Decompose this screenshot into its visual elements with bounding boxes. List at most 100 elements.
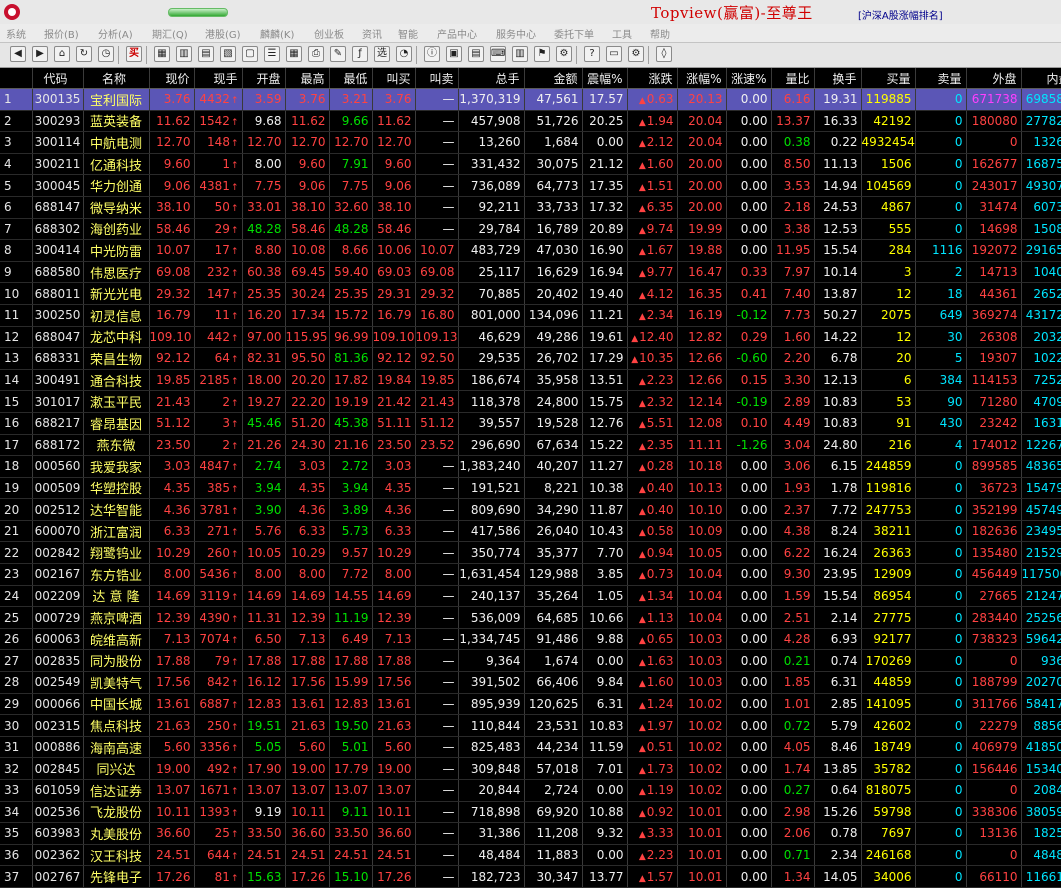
indicator-icon[interactable]: ◔ [396, 46, 412, 62]
monitor-icon[interactable]: ▭ [606, 46, 622, 62]
table-row[interactable]: 26600063皖维高新7.137074↑6.507.136.497.13—1,… [0, 628, 1061, 650]
table-row[interactable]: 35603983丸美股份36.6025↑33.5036.6033.5036.60… [0, 823, 1061, 845]
table-row[interactable]: 16688217睿昂基因51.123↑45.4651.2045.3851.115… [0, 412, 1061, 434]
menu-item[interactable]: 创业板 [314, 26, 344, 41]
table-row[interactable]: 8300414中光防雷10.0717↑8.8010.088.6610.0610.… [0, 240, 1061, 262]
lock-icon[interactable]: ◊ [656, 46, 672, 62]
info-icon[interactable]: ⓘ [424, 46, 440, 62]
table-row[interactable]: 21600070浙江富润6.33271↑5.766.335.736.33—417… [0, 520, 1061, 542]
column-header-bid[interactable]: 叫买 [372, 68, 415, 89]
clock-icon[interactable]: ◷ [98, 46, 114, 62]
menu-item[interactable]: 港股(G) [205, 26, 241, 41]
refresh-icon[interactable]: ↻ [76, 46, 92, 62]
column-header-turnover[interactable]: 换手 [814, 68, 861, 89]
table-row[interactable]: 5300045华力创通9.064381↑7.759.067.759.06—736… [0, 175, 1061, 197]
back-icon[interactable]: ◀ [10, 46, 26, 62]
settings-icon[interactable]: ⚙ [556, 46, 572, 62]
table-row[interactable]: 29000066中国长城13.616887↑12.8313.6112.8313.… [0, 693, 1061, 715]
table-row[interactable]: 31000886海南高速5.603356↑5.055.605.015.60—82… [0, 736, 1061, 758]
menu-item[interactable]: 麟麟(K) [260, 26, 294, 41]
column-header-last-volume[interactable]: 现手 [194, 68, 242, 89]
compare-icon[interactable]: ▧ [220, 46, 236, 62]
column-header-low[interactable]: 最低 [329, 68, 372, 89]
table-row[interactable]: 12688047龙芯中科109.10442↑97.00115.9596.9910… [0, 326, 1061, 348]
column-header-amount[interactable]: 金额 [524, 68, 582, 89]
keyboard-icon[interactable]: ⌨ [490, 46, 506, 62]
flag-icon[interactable]: ⚑ [534, 46, 550, 62]
kline-icon[interactable]: ▥ [176, 46, 192, 62]
doc-icon[interactable]: ▤ [468, 46, 484, 62]
table-row[interactable]: 4300211亿通科技9.601↑8.009.607.919.60—331,43… [0, 153, 1061, 175]
column-header-inner-volume[interactable]: 内盘 [1021, 68, 1061, 89]
report-icon[interactable]: ▤ [198, 46, 214, 62]
table-row[interactable]: 22002842翔鹭钨业10.29260↑10.0510.299.5710.29… [0, 542, 1061, 564]
table-row[interactable]: 18000560我爱我家3.034847↑2.743.032.723.03—1,… [0, 456, 1061, 478]
table-row[interactable]: 34002536飞龙股份10.111393↑9.1910.119.1110.11… [0, 801, 1061, 823]
edit-icon[interactable]: ✎ [330, 46, 346, 62]
menu-item[interactable]: 报价(B) [44, 26, 79, 41]
stock-select-icon[interactable]: 选 [374, 46, 390, 62]
table-row[interactable]: 14300491通合科技19.852185↑18.0020.2017.8219.… [0, 369, 1061, 391]
help-icon[interactable]: ? [584, 46, 600, 62]
menu-item[interactable]: 委托下单 [554, 26, 594, 41]
menu-item[interactable]: 分析(A) [98, 26, 133, 41]
chart-icon[interactable]: ▦ [154, 46, 170, 62]
column-header-bid-volume[interactable]: 买量 [861, 68, 915, 89]
table-row[interactable]: 20002512达华智能4.363781↑3.904.363.894.36—80… [0, 499, 1061, 521]
forward-icon[interactable]: ▶ [32, 46, 48, 62]
column-header-ask[interactable]: 叫卖 [415, 68, 458, 89]
menu-item[interactable]: 期汇(Q) [152, 26, 188, 41]
table-row[interactable]: 25000729燕京啤酒12.394390↑11.3112.3911.1912.… [0, 607, 1061, 629]
bank-icon[interactable]: ▥ [512, 46, 528, 62]
buy-icon[interactable]: 买 [126, 46, 142, 62]
table-row[interactable]: 24002209达 意 隆14.693119↑14.6914.6914.5514… [0, 585, 1061, 607]
table-row[interactable]: 3300114中航电测12.70148↑12.7012.7012.7012.70… [0, 132, 1061, 154]
table-row[interactable]: 32002845同兴达19.00492↑17.9019.0017.7919.00… [0, 758, 1061, 780]
home-icon[interactable]: ⌂ [54, 46, 70, 62]
table-row[interactable]: 1300135宝利国际3.764432↑3.593.763.213.76—1,3… [0, 89, 1061, 111]
table-icon[interactable]: ▦ [286, 46, 302, 62]
table-row[interactable]: 19000509华塑控股4.35385↑3.944.353.944.35—191… [0, 477, 1061, 499]
table-row[interactable]: 15301017漱玉平民21.432↑19.2722.2019.1921.422… [0, 391, 1061, 413]
table-row[interactable]: 11300250初灵信息16.7911↑16.2017.3415.7216.79… [0, 304, 1061, 326]
print-icon[interactable]: ⎙ [308, 46, 324, 62]
column-header-amplitude[interactable]: 震幅% [582, 68, 627, 89]
column-header-open[interactable]: 开盘 [242, 68, 285, 89]
window-icon[interactable]: ▢ [242, 46, 258, 62]
table-row[interactable]: 10688011新光光电29.32147↑25.3530.2425.3529.3… [0, 283, 1061, 305]
menu-item[interactable]: 资讯 [362, 26, 382, 41]
table-row[interactable]: 27002835同为股份17.8879↑17.8817.8817.8817.88… [0, 650, 1061, 672]
table-row[interactable]: 30002315焦点科技21.63250↑19.5121.6319.5021.6… [0, 715, 1061, 737]
table-row[interactable]: 37002767先锋电子17.2681↑15.6317.2615.1017.26… [0, 866, 1061, 888]
table-row[interactable]: 17688172燕东微23.502↑21.2624.3021.1623.5023… [0, 434, 1061, 456]
column-header-change[interactable]: 涨跌 [627, 68, 677, 89]
list-icon[interactable]: ☰ [264, 46, 280, 62]
table-row[interactable]: 9688580伟思医疗69.08232↑60.3869.4559.4069.03… [0, 261, 1061, 283]
column-header-name[interactable]: 名称 [83, 68, 149, 89]
column-header-row-index[interactable] [0, 68, 32, 89]
table-row[interactable]: 2300293蓝英装备11.621542↑9.6811.629.6611.62—… [0, 110, 1061, 132]
menu-item[interactable]: 系统 [6, 26, 26, 41]
table-row[interactable]: 23002167东方锆业8.005436↑8.008.007.728.00—1,… [0, 564, 1061, 586]
column-header-change-pct[interactable]: 涨幅% [677, 68, 726, 89]
column-header-total-volume[interactable]: 总手 [458, 68, 524, 89]
column-header-price[interactable]: 现价 [149, 68, 194, 89]
table-row[interactable]: 6688147微导纳米38.1050↑33.0138.1032.6038.10—… [0, 196, 1061, 218]
menu-item[interactable]: 帮助 [650, 26, 670, 41]
menu-item[interactable]: 服务中心 [496, 26, 536, 41]
menu-item[interactable]: 产品中心 [437, 26, 477, 41]
column-header-volume-ratio[interactable]: 量比 [771, 68, 814, 89]
menu-item[interactable]: 工具 [612, 26, 632, 41]
table-row[interactable]: 28002549凯美特气17.56842↑16.1217.5615.9917.5… [0, 672, 1061, 694]
menu-item[interactable]: 智能 [398, 26, 418, 41]
column-header-outer-volume[interactable]: 外盘 [966, 68, 1021, 89]
column-header-code[interactable]: 代码 [32, 68, 83, 89]
column-header-speed[interactable]: 涨速% [726, 68, 771, 89]
column-header-high[interactable]: 最高 [285, 68, 329, 89]
news-icon[interactable]: ▣ [446, 46, 462, 62]
table-row[interactable]: 36002362汉王科技24.51644↑24.5124.5124.5124.5… [0, 844, 1061, 866]
formula-icon[interactable]: ƒ [352, 46, 368, 62]
column-header-ask-volume[interactable]: 卖量 [915, 68, 966, 89]
table-row[interactable]: 13688331荣昌生物92.1264↑82.3195.5081.3692.12… [0, 348, 1061, 370]
gear-icon[interactable]: ⚙ [628, 46, 644, 62]
